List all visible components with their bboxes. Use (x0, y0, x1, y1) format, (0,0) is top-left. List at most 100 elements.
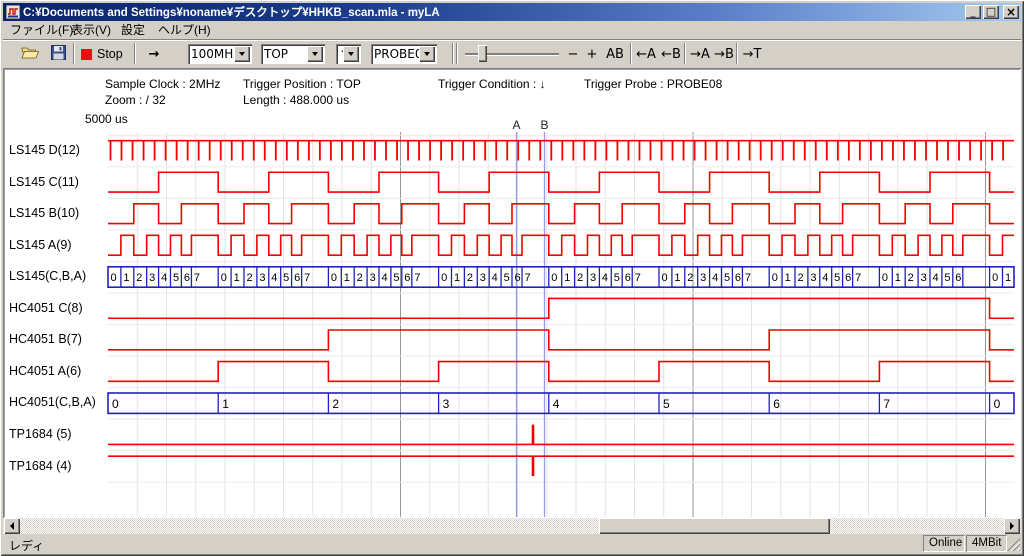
trace-5 (108, 298, 1014, 318)
menu-view[interactable]: 表示(V) (69, 22, 113, 38)
bus-value: 2 (797, 272, 803, 284)
cursor-label-b: B (540, 118, 548, 132)
toolbar: Stop → 100MHz TOP ↑ PROBE00 − + AB ←A ←B (3, 39, 1021, 68)
status-memory-indicator: 4MBit (966, 535, 1007, 552)
bus-value: 5 (614, 272, 620, 284)
bus-value: 1 (123, 272, 129, 284)
bus-value: 6 (773, 397, 780, 411)
bus-value: 7 (304, 272, 310, 284)
stop-button[interactable]: Stop (81, 43, 129, 65)
bus-value: 1 (564, 272, 570, 284)
run-button[interactable]: → (140, 43, 168, 65)
stop-icon (81, 49, 92, 60)
channel-label: HC4051(C,B,A) (9, 395, 96, 409)
probe-combo[interactable]: PROBE00 (371, 44, 437, 64)
bus-value: 3 (443, 397, 450, 411)
menu-help[interactable]: ヘルプ(H) (156, 22, 213, 38)
bus-value: 7 (525, 272, 531, 284)
bus-value: 7 (745, 272, 751, 284)
bus-value: 6 (845, 272, 851, 284)
bus-value: 0 (882, 272, 888, 284)
scrollbar-thumb[interactable] (599, 518, 830, 534)
bus-value: 0 (112, 397, 119, 411)
channel-label: LS145 A(9) (9, 238, 72, 252)
trace-6 (108, 330, 1014, 350)
menu-file[interactable]: ファイル(F) (8, 22, 75, 38)
goto-trigger-button[interactable]: →T (740, 43, 764, 65)
bus-value: 6 (294, 272, 300, 284)
app-window: C:¥Documents and Settings¥noname¥デスクトップ¥… (0, 0, 1024, 556)
zoom-out-button[interactable]: − (564, 43, 582, 65)
bus-value: 0 (111, 272, 117, 284)
bus-value: 0 (441, 272, 447, 284)
toolbar-separator (452, 43, 454, 64)
chevron-down-icon[interactable] (343, 46, 359, 62)
bus-value: 5 (504, 272, 510, 284)
bus-value: 3 (590, 272, 596, 284)
channel-label: LS145 D(12) (9, 143, 80, 157)
bus-value: 0 (772, 272, 778, 284)
bus-value: 6 (514, 272, 520, 284)
bus-value: 3 (810, 272, 816, 284)
bus-value: 5 (283, 272, 289, 284)
set-cursor-b-button[interactable]: →B (712, 43, 736, 65)
bus-value: 4 (932, 272, 938, 284)
bus-value: 1 (674, 272, 680, 284)
bus-value: 1 (1005, 272, 1011, 284)
bus-value: 0 (551, 272, 557, 284)
scroll-left-button[interactable] (4, 518, 20, 534)
bus-value: 3 (921, 272, 927, 284)
cursor-label-a: A (512, 118, 520, 132)
toolbar-separator (630, 43, 632, 64)
goto-cursor-a-button[interactable]: ←A (634, 43, 658, 65)
bus-value: 2 (136, 272, 142, 284)
bus-value: 5 (944, 272, 950, 284)
clock-combo[interactable]: 100MHz (188, 44, 252, 64)
bus-value: 7 (855, 272, 861, 284)
bus-value: 6 (955, 272, 961, 284)
bus-value: 1 (454, 272, 460, 284)
bus-value: 2 (246, 272, 252, 284)
chevron-down-icon[interactable] (307, 46, 323, 62)
channel-label: HC4051 C(8) (9, 301, 83, 315)
bus-value: 0 (331, 272, 337, 284)
bus-value: 4 (822, 272, 828, 284)
bus-value: 0 (992, 272, 998, 284)
save-button[interactable] (45, 43, 71, 65)
horizontal-scrollbar[interactable] (3, 518, 1021, 534)
bus-value: 0 (221, 272, 227, 284)
chevron-down-icon[interactable] (419, 46, 435, 62)
bus-value: 2 (908, 272, 914, 284)
minimize-button[interactable]: _ (965, 5, 981, 19)
toolbar-separator (736, 43, 738, 64)
set-cursor-a-button[interactable]: →A (688, 43, 712, 65)
bus-value: 3 (480, 272, 486, 284)
zoom-in-button[interactable]: + (583, 43, 601, 65)
arrow-left-icon (10, 522, 14, 530)
channel-label: LS145 B(10) (9, 206, 79, 220)
bus-value: 7 (194, 272, 200, 284)
bus-value: 3 (149, 272, 155, 284)
channel-label: TP1684 (5) (9, 427, 72, 441)
bus-value: 0 (994, 397, 1001, 411)
bus-value: 5 (834, 272, 840, 284)
trigger-position-combo[interactable]: TOP (261, 44, 325, 64)
goto-cursor-b-button[interactable]: ←B (659, 43, 683, 65)
bus-value: 2 (687, 272, 693, 284)
maximize-button[interactable]: □ (983, 5, 999, 19)
titlebar[interactable]: C:¥Documents and Settings¥noname¥デスクトップ¥… (3, 3, 1021, 21)
open-button[interactable] (17, 43, 43, 65)
zoom-slider-handle[interactable] (478, 45, 487, 62)
chevron-down-icon[interactable] (234, 46, 250, 62)
menu-settings[interactable]: 設定 (119, 22, 147, 38)
resize-grip-icon[interactable] (1007, 538, 1020, 551)
trigger-edge-combo[interactable]: ↑ (336, 44, 361, 64)
bus-value: 2 (357, 272, 363, 284)
bus-value: 1 (785, 272, 791, 284)
ab-span-button[interactable]: AB (603, 43, 627, 65)
close-button[interactable]: × (1003, 5, 1019, 19)
bus-value: 4 (553, 397, 560, 411)
bus-value: 1 (234, 272, 240, 284)
scroll-right-button[interactable] (1004, 518, 1020, 534)
trace-1 (108, 172, 1014, 192)
